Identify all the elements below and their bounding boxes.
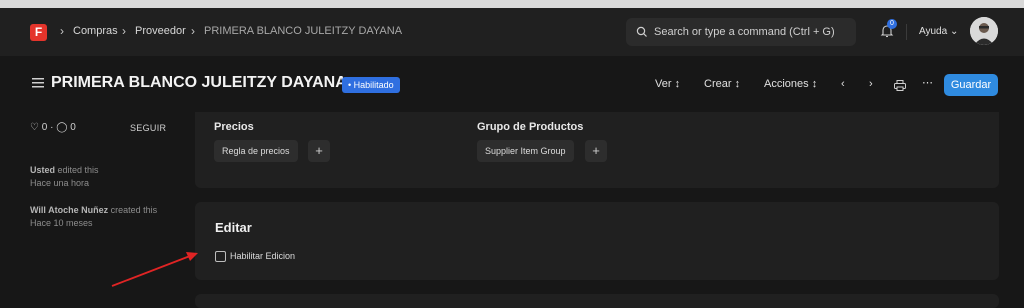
annotation-arrow-icon	[111, 252, 198, 287]
